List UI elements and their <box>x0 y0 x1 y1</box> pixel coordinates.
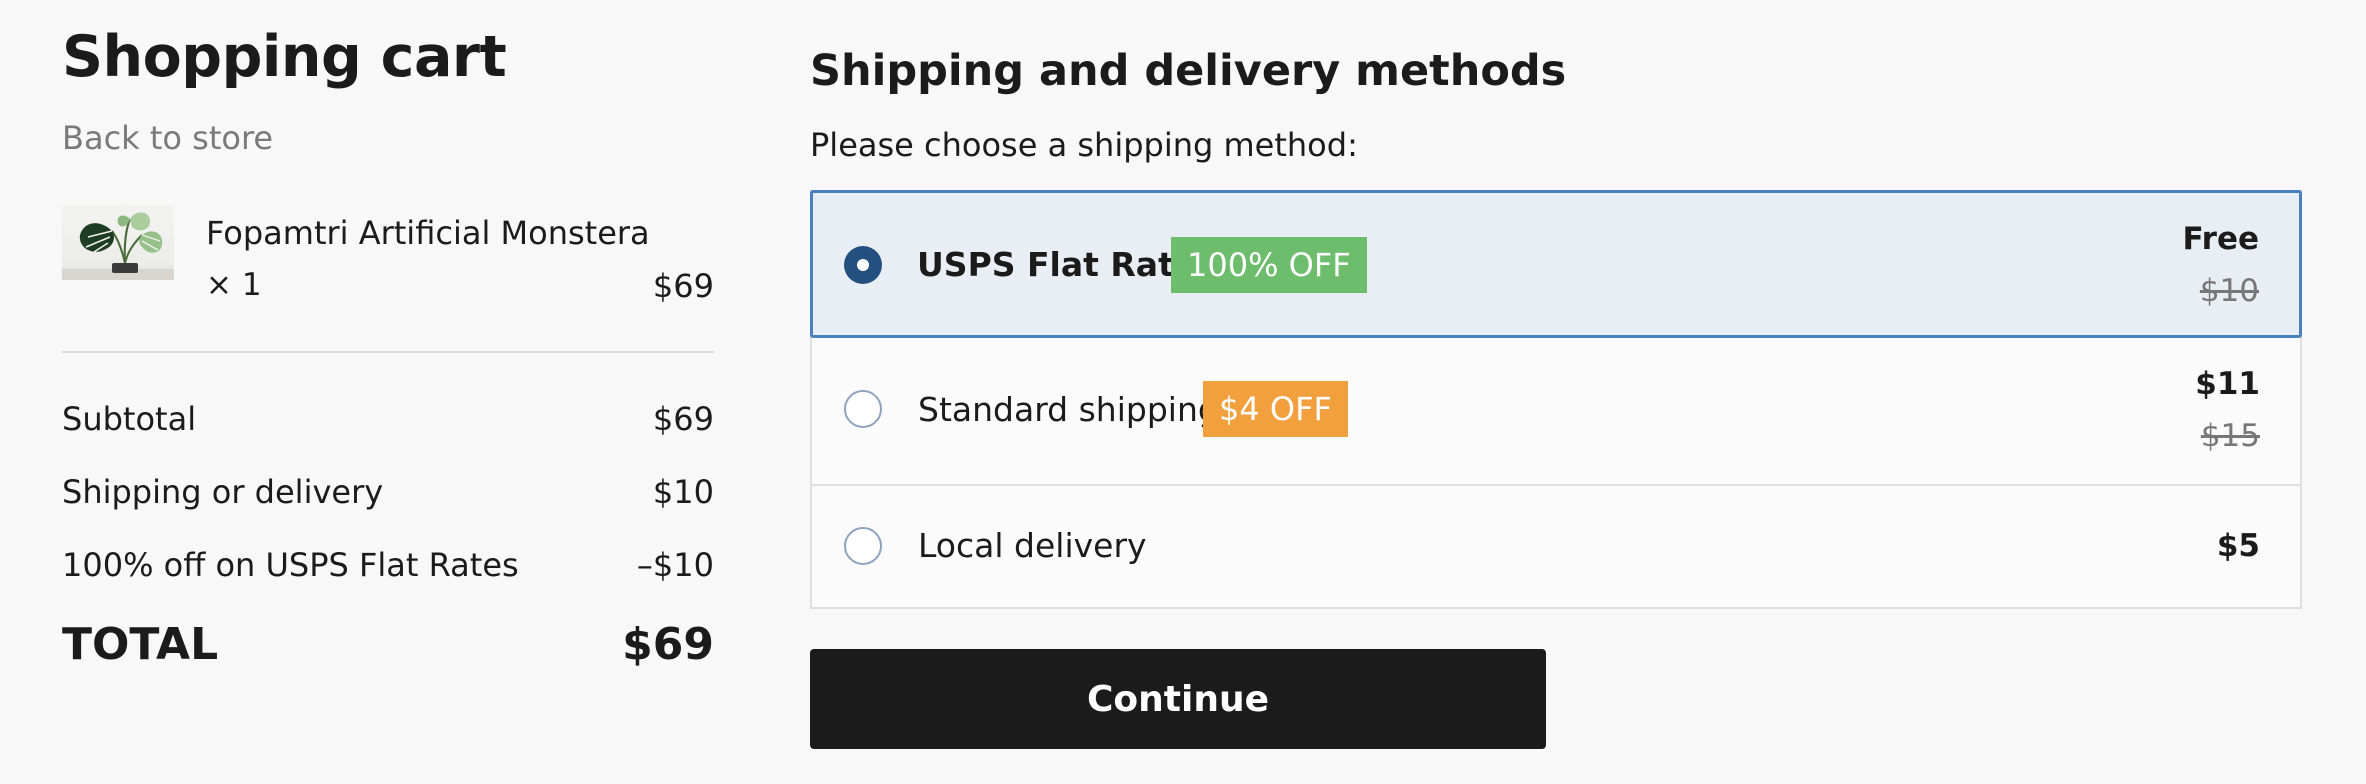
shipping-options-list: USPS Flat Rates 100% OFF Free $10 Standa… <box>810 190 2302 609</box>
cart-divider <box>62 351 714 353</box>
monstera-plant-thumbnail <box>62 205 174 280</box>
cart-title: Shopping cart <box>62 24 507 90</box>
shipping-option-original-price: $10 <box>2199 273 2259 309</box>
cart-item-price: $69 <box>652 267 714 305</box>
radio-unselected-icon[interactable] <box>844 390 882 428</box>
shipping-cost-row: Shipping or delivery $10 <box>62 473 714 513</box>
radio-unselected-icon[interactable] <box>844 527 882 565</box>
subtotal-row: Subtotal $69 <box>62 400 714 440</box>
summary-value: $69 <box>652 400 714 438</box>
summary-value: $10 <box>652 473 714 511</box>
shipping-option-price: Free <box>2182 221 2259 257</box>
shipping-option-price: $11 <box>2195 366 2260 402</box>
back-to-store-link[interactable]: Back to store <box>62 119 273 157</box>
total-row: TOTAL $69 <box>62 619 714 671</box>
cart-item-quantity: × 1 <box>206 267 262 303</box>
radio-selected-icon[interactable] <box>844 246 882 284</box>
checkout-page: Shopping cart Back to store Fopamtri Art… <box>0 0 2366 784</box>
discount-badge: 100% OFF <box>1171 237 1367 293</box>
total-value: $69 <box>622 619 714 670</box>
summary-label: Subtotal <box>62 400 197 438</box>
summary-value: –$10 <box>636 546 714 584</box>
monstera-plant-icon <box>62 212 174 280</box>
continue-button[interactable]: Continue <box>810 649 1546 749</box>
discount-row: 100% off on USPS Flat Rates –$10 <box>62 546 714 586</box>
shipping-option-name: Local delivery <box>918 526 1147 565</box>
shipping-option-name: Standard shipping <box>918 390 1219 429</box>
shipping-option-local[interactable]: Local delivery $5 <box>812 486 2300 607</box>
shipping-title: Shipping and delivery methods <box>810 46 1567 96</box>
summary-label: Shipping or delivery <box>62 473 384 511</box>
shipping-option-price: $5 <box>2216 528 2260 564</box>
shipping-option-standard[interactable]: Standard shipping $4 OFF $11 $15 <box>812 338 2300 480</box>
cart-item-name[interactable]: Fopamtri Artificial Monstera <box>206 214 650 252</box>
shipping-subtitle: Please choose a shipping method: <box>810 126 1358 164</box>
summary-label: 100% off on USPS Flat Rates <box>62 546 519 584</box>
shipping-option-usps[interactable]: USPS Flat Rates 100% OFF Free $10 <box>810 190 2302 338</box>
discount-badge: $4 OFF <box>1203 381 1348 437</box>
total-label: TOTAL <box>62 619 219 670</box>
shipping-option-original-price: $15 <box>2200 418 2260 454</box>
